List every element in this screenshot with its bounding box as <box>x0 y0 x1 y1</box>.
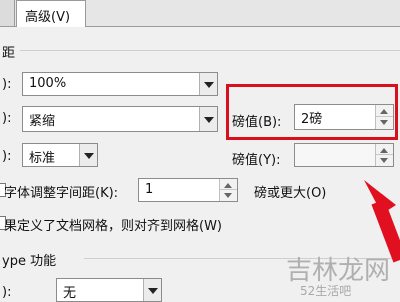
scale-combobox[interactable]: 100% <box>22 72 218 96</box>
section-divider <box>20 50 400 51</box>
section-label: 距 <box>2 46 16 61</box>
kerning-label: 字体调整字间距(K): <box>4 186 119 201</box>
position-value: 标准 <box>29 151 56 166</box>
opentype-heading: ype 功能 <box>2 254 57 269</box>
tab-left-edge <box>0 0 15 26</box>
tab-advanced[interactable]: 高级(V) <box>16 0 86 27</box>
kerning-value: 1 <box>145 182 154 197</box>
kerning-down-icon[interactable] <box>220 190 237 201</box>
kerning-up-icon[interactable] <box>220 179 237 190</box>
ligatures-combobox[interactable]: 无 <box>56 278 162 302</box>
position-combobox[interactable]: 标准 <box>22 143 98 167</box>
spacing-dropdown-arrow[interactable] <box>199 107 217 131</box>
scale-dropdown-arrow[interactable] <box>199 73 217 95</box>
highlight-box <box>226 84 398 140</box>
watermark-subtext: 52生活吧 <box>300 284 352 298</box>
ligatures-value: 无 <box>63 286 77 301</box>
scale-value: 100% <box>29 76 67 91</box>
position-dropdown-arrow[interactable] <box>79 144 97 166</box>
scale-label: ): <box>2 77 12 92</box>
kerning-spinner[interactable]: 1 <box>138 178 238 202</box>
ligatures-label: ): <box>2 285 12 300</box>
ligatures-dropdown-arrow[interactable] <box>143 279 161 301</box>
spacing-combobox[interactable]: 紧缩 <box>22 106 218 132</box>
spacing-value: 紧缩 <box>29 114 56 129</box>
kerning-spin-buttons[interactable] <box>219 179 237 201</box>
position-label: ): <box>2 149 12 164</box>
spacing-label: ): <box>2 111 12 126</box>
grid-option-label: 果定义了文档网格，则对齐到网格(W) <box>4 219 222 234</box>
tab-advanced-label: 高级(V) <box>25 10 71 25</box>
position-points-label: 磅值(Y): <box>232 153 281 168</box>
